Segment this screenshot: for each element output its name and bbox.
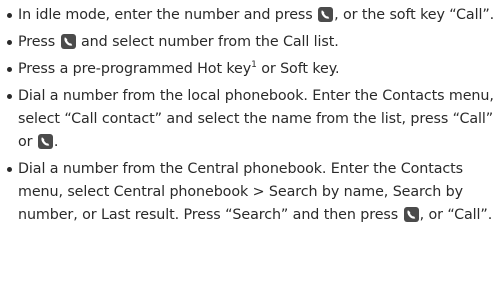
- bullet-icon: [7, 40, 12, 45]
- item-text: .: [53, 134, 59, 150]
- item-text: , or the soft key “Call”.: [334, 7, 495, 23]
- document-page: In idle mode, enter the number and press…: [0, 0, 503, 287]
- item-text: In idle mode, enter the number and press: [18, 7, 318, 23]
- item-text: , or “Call”.: [419, 207, 493, 223]
- bullet-icon: [7, 167, 12, 172]
- bullet-icon: [7, 94, 12, 99]
- bullet-icon: [7, 67, 12, 72]
- list-item: In idle mode, enter the number and press…: [6, 4, 500, 27]
- item-text: Dial a number from the local phonebook. …: [18, 88, 494, 150]
- call-key-icon: [318, 7, 334, 22]
- call-key-icon: [60, 34, 76, 49]
- call-key-icon: [37, 134, 53, 149]
- instruction-list: In idle mode, enter the number and press…: [6, 4, 500, 231]
- list-item: Dial a number from the local phonebook. …: [6, 85, 500, 154]
- item-text: Dial a number from the Central phonebook…: [18, 161, 464, 223]
- item-text: Press a pre-programmed Hot key: [18, 61, 252, 77]
- call-key-icon: [403, 207, 419, 222]
- list-item: Press a pre-programmed Hot key1 or Soft …: [6, 58, 500, 81]
- list-item: Press and select number from the Call li…: [6, 31, 500, 54]
- list-item: Dial a number from the Central phonebook…: [6, 158, 500, 227]
- item-text: Press: [18, 34, 60, 50]
- item-text: and select number from the Call list.: [76, 34, 339, 50]
- bullet-icon: [7, 13, 12, 18]
- item-text: or Soft key.: [256, 61, 340, 77]
